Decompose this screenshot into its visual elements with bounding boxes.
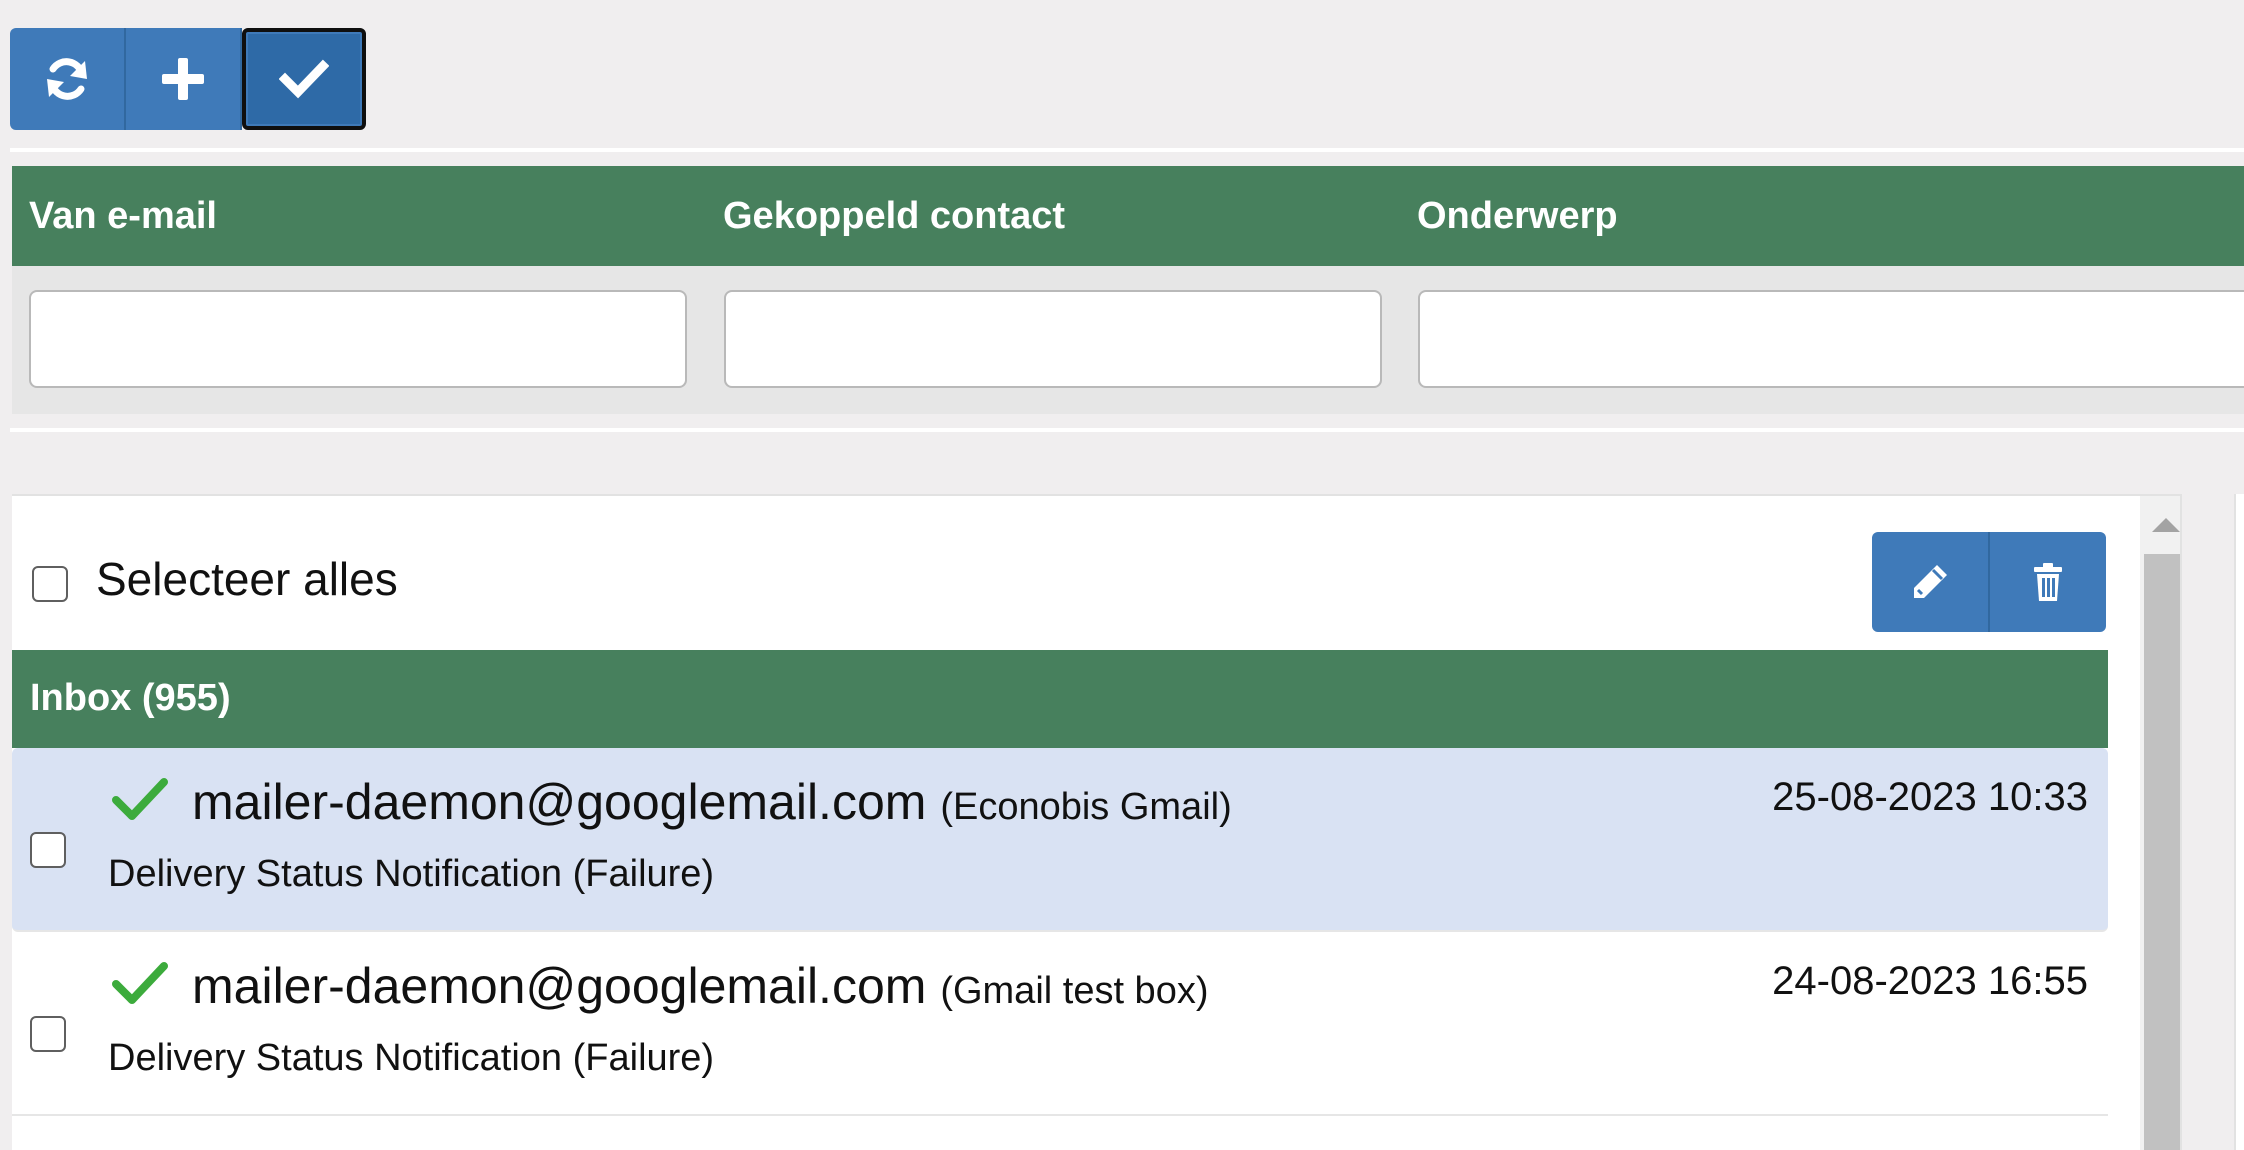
scrollbar-thumb[interactable] <box>2144 554 2180 1150</box>
toolbar <box>10 28 366 130</box>
email-subject: Delivery Status Notification (Failure) <box>108 1037 715 1079</box>
trash-icon <box>2034 563 2062 601</box>
email-date: 24-08-2023 16:55 <box>1772 959 2088 1003</box>
email-account-name: (Econobis Gmail) <box>940 786 1232 828</box>
linked-contact-filter-input[interactable] <box>724 290 1382 388</box>
email-subject: Delivery Status Notification (Failure) <box>108 853 715 895</box>
plus-icon <box>162 58 204 100</box>
email-checkbox[interactable] <box>30 1016 66 1052</box>
filter-header: Van e-mail Gekoppeld contact Onderwerp <box>12 166 2244 266</box>
row-actions <box>1872 532 2106 632</box>
delete-button[interactable] <box>1988 532 2106 632</box>
email-date: 25-08-2023 10:33 <box>1772 775 2088 819</box>
column-label-subject: Onderwerp <box>1417 195 1618 237</box>
filter-row <box>12 266 2244 414</box>
select-all-label: Selecteer alles <box>96 553 398 605</box>
email-overview-page: Van e-mail Gekoppeld contact Onderwerp S… <box>0 0 2244 1150</box>
detail-panel-edge <box>2234 494 2244 1150</box>
email-list-item[interactable]: mailer-daemon@googlemail.com (Econobis G… <box>12 748 2108 932</box>
email-from-address: mailer-daemon@googlemail.com <box>192 958 927 1014</box>
email-sender: mailer-daemon@googlemail.com (Gmail test… <box>192 958 1208 1019</box>
email-account-name: (Gmail test box) <box>940 970 1209 1012</box>
vertical-scrollbar[interactable] <box>2140 496 2180 1150</box>
check-toggle-button[interactable] <box>242 28 366 130</box>
email-checkbox[interactable] <box>30 832 66 868</box>
check-icon <box>112 962 168 1004</box>
divider <box>10 148 2244 152</box>
inbox-group-header[interactable]: Inbox (955) <box>12 650 2108 748</box>
inbox-title: Inbox (955) <box>30 677 231 719</box>
select-all-checkbox[interactable] <box>32 566 68 602</box>
pencil-icon <box>1914 565 1947 598</box>
add-button[interactable] <box>126 28 242 130</box>
from-email-filter-input[interactable] <box>29 290 687 388</box>
select-all-row: Selecteer alles <box>12 496 2108 650</box>
check-icon <box>112 778 168 820</box>
refresh-icon <box>47 58 87 100</box>
divider <box>10 428 2244 432</box>
check-icon <box>279 59 329 99</box>
subject-filter-input[interactable] <box>1418 290 2244 388</box>
scroll-up-arrow-icon[interactable] <box>2152 518 2180 532</box>
column-label-linked-contact: Gekoppeld contact <box>723 195 1066 237</box>
refresh-button[interactable] <box>10 28 126 130</box>
email-list-panel: Selecteer alles Inbox (955) mailer-daemo… <box>12 494 2182 1150</box>
email-list-item[interactable]: mailer-daemon@googlemail.com (Gmail test… <box>12 932 2108 1116</box>
edit-button[interactable] <box>1872 532 1988 632</box>
email-sender: mailer-daemon@googlemail.com (Econobis G… <box>192 774 1232 835</box>
column-label-from-email: Van e-mail <box>29 195 217 237</box>
email-from-address: mailer-daemon@googlemail.com <box>192 774 927 830</box>
